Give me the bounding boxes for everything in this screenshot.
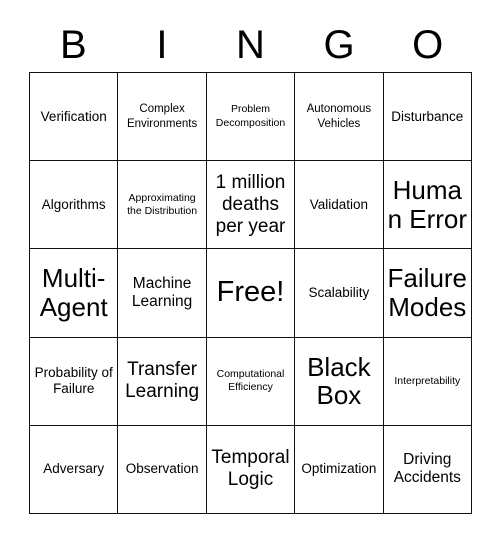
bingo-cell[interactable]: Black Box xyxy=(295,337,384,426)
bingo-cell-label: Verification xyxy=(40,108,107,124)
bingo-cell-label: Temporal Logic xyxy=(211,447,290,491)
bingo-cell-label: Computational Efficiency xyxy=(216,368,285,394)
bingo-cell-label: Interpretability xyxy=(394,374,461,387)
bingo-free-space[interactable]: Free! xyxy=(206,249,296,338)
bingo-cell-label: Failure Modes xyxy=(387,263,468,322)
bingo-cell[interactable]: Algorithms xyxy=(30,161,119,250)
bingo-cell[interactable]: Interpretability xyxy=(383,337,472,426)
bingo-cell-label: Observation xyxy=(125,461,199,477)
bingo-cell[interactable]: Disturbance xyxy=(383,73,472,162)
bingo-cell-label: Optimization xyxy=(301,461,377,477)
bingo-cell[interactable]: Autonomous Vehicles xyxy=(295,73,384,162)
bingo-header-letter-g: G xyxy=(323,23,355,67)
bingo-cell-label: Autonomous Vehicles xyxy=(306,103,372,130)
bingo-cell-label: Scalability xyxy=(308,284,370,300)
bingo-cell[interactable]: Driving Accidents xyxy=(383,425,472,514)
bingo-header-letter-b: B xyxy=(59,23,87,67)
bingo-header-letter-o: O xyxy=(412,23,444,67)
bingo-cell-label: Multi-Agent xyxy=(39,263,108,322)
bingo-cell-label: Approximating the Distribution xyxy=(127,191,198,217)
bingo-cell[interactable]: Computational Efficiency xyxy=(206,337,296,426)
bingo-cell[interactable]: Validation xyxy=(295,161,384,250)
bingo-cell[interactable]: Temporal Logic xyxy=(206,425,296,514)
bingo-header-letter-i: I xyxy=(156,23,168,67)
bingo-cell[interactable]: Transfer Learning xyxy=(118,337,207,426)
bingo-cell[interactable]: Scalability xyxy=(295,249,384,338)
bingo-cell-label: Validation xyxy=(309,196,369,212)
bingo-cell-label: Complex Environments xyxy=(126,103,198,130)
bingo-cell[interactable]: 1 million deaths per year xyxy=(206,161,296,250)
bingo-cell-label: Machine Learning xyxy=(131,274,193,310)
bingo-grid: Verification Complex Environments Problem … xyxy=(29,72,472,514)
bingo-cell[interactable]: Multi-Agent xyxy=(30,249,119,338)
bingo-cell[interactable]: Verification xyxy=(30,73,119,162)
bingo-cell[interactable]: Observation xyxy=(118,425,207,514)
bingo-cell-label: Adversary xyxy=(43,461,105,477)
bingo-cell[interactable]: Optimization xyxy=(295,425,384,514)
bingo-cell-label: Transfer Learning xyxy=(125,359,200,403)
bingo-cell-label: Algorithms xyxy=(41,196,106,212)
bingo-cell-label: Human Error xyxy=(387,175,468,234)
bingo-cell[interactable]: Probability of Failure xyxy=(30,337,119,426)
bingo-cell-label: Driving Accidents xyxy=(393,451,461,487)
bingo-cell-label: Probability of Failure xyxy=(34,365,113,397)
bingo-cell-label: 1 million deaths per year xyxy=(215,171,286,237)
bingo-cell[interactable]: Human Error xyxy=(383,161,472,250)
bingo-header-row: BINGO xyxy=(29,18,472,72)
bingo-cell[interactable]: Approximating the Distribution xyxy=(118,161,207,250)
bingo-cell-label: Black Box xyxy=(307,351,371,411)
bingo-cell[interactable]: Failure Modes xyxy=(383,249,472,338)
bingo-cell[interactable]: Machine Learning xyxy=(118,249,207,338)
bingo-cell[interactable]: Problem Decomposition xyxy=(206,73,296,162)
bingo-cell-label: Problem Decomposition xyxy=(215,103,286,129)
bingo-header-letter-n: N xyxy=(236,23,265,67)
bingo-cell[interactable]: Complex Environments xyxy=(118,73,207,162)
bingo-cell-label: Disturbance xyxy=(391,108,464,124)
bingo-cell[interactable]: Adversary xyxy=(30,425,119,514)
bingo-card: B I N G O Verification Complex Environments Pr… xyxy=(0,0,500,544)
bingo-cell-label: Free! xyxy=(216,276,285,309)
